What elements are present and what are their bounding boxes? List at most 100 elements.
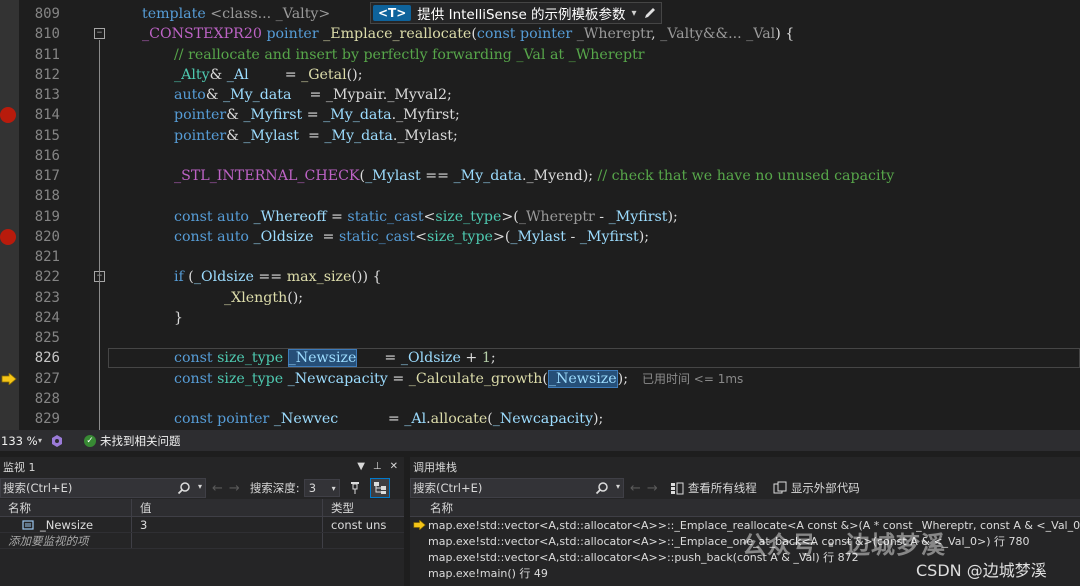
line-number: 825 [34, 330, 60, 346]
code-line[interactable]: 824} [0, 308, 1080, 328]
panel-menu-icon[interactable]: ▼ [357, 461, 365, 472]
breakpoint-icon[interactable] [0, 228, 16, 245]
code-line[interactable]: 815 pointer& _Mylast = _My_data._Mylast; [0, 126, 1080, 146]
code-line[interactable]: 817 _STL_INTERNAL_CHECK(_Mylast == _My_da… [0, 166, 1080, 186]
code-text: pointer& _Mylast = _My_data._Mylast; [174, 126, 458, 146]
search-options-icon[interactable]: ▾ [198, 482, 202, 491]
code-line[interactable]: 816 [0, 146, 1080, 166]
collapse-toggle-icon[interactable]: − [94, 28, 105, 40]
code-text: if (_Oldsize == max_size()) { [174, 267, 382, 287]
watch-panel-title: 监视 1 ▼ ⊥ ✕ [0, 457, 404, 477]
zoom-dropdown-icon[interactable]: ▾ [38, 436, 42, 445]
code-text: _Xlength(); [206, 288, 303, 308]
code-token: ; [447, 87, 452, 103]
code-text: const pointer _Newvec = _Al.allocate(_Ne… [174, 409, 603, 429]
watch-search-input[interactable]: 搜索(Ctrl+E) ▾ [0, 478, 206, 498]
code-token: _My_data [453, 168, 522, 184]
callstack-search-input[interactable]: 搜索(Ctrl+E) ▾ [410, 478, 624, 498]
line-number: 812 [34, 66, 60, 83]
code-editor[interactable]: 809 template <class... _Valty> 810 − _CONSTE… [0, 0, 1080, 430]
chevron-down-icon[interactable]: ▾ [632, 8, 637, 19]
code-token: size_type [435, 208, 502, 225]
code-token: const [174, 228, 213, 245]
line-number: 819 [34, 208, 60, 225]
line-number: 809 [34, 6, 60, 22]
close-icon[interactable]: ✕ [390, 461, 398, 472]
code-line[interactable]: 827 const size_type _Newcapacity = _Calcu… [0, 369, 1080, 389]
code-line[interactable]: 819 const auto _Whereoff = static_cast<si… [0, 207, 1080, 227]
search-icon[interactable] [177, 481, 191, 495]
code-token: _Newcapacity [287, 370, 388, 387]
no-issues-check-icon: ✓ [84, 434, 97, 447]
callstack-frame[interactable]: map.exe!std::vector<A,std::allocator<A>>… [410, 533, 1080, 549]
watch-var-value[interactable]: 3 [132, 517, 323, 532]
column-value[interactable]: 值 [132, 499, 323, 516]
code-token: auto [217, 228, 249, 245]
code-line[interactable]: 826 const size_type _Newsize = _Oldsize +… [0, 348, 1080, 369]
hierarchy-icon [373, 482, 386, 494]
code-line[interactable]: 822−if (_Oldsize == max_size()) { [0, 267, 1080, 287]
watch-row[interactable]: _Newsize 3 const unsi... [0, 517, 404, 533]
code-line[interactable]: 825 [0, 328, 1080, 348]
search-back-icon[interactable]: ← [212, 481, 223, 496]
add-watch-row[interactable]: 添加要监视的项 [0, 533, 404, 549]
code-text: _CONSTEXPR20 pointer _Emplace_reallocate… [142, 24, 794, 44]
search-options-icon[interactable]: ▾ [616, 482, 620, 491]
pencil-icon[interactable] [643, 6, 657, 20]
code-line[interactable]: 828 [0, 389, 1080, 409]
line-number: 827 [34, 370, 60, 387]
search-icon[interactable] [595, 481, 609, 495]
view-all-threads-button[interactable]: 查看所有线程 [688, 480, 757, 496]
code-token: const [174, 208, 213, 225]
external-code-icon[interactable] [773, 481, 787, 495]
code-token: // check that we have no unused capacity [597, 168, 895, 184]
search-forward-icon[interactable]: → [229, 481, 240, 496]
callstack-frames: map.exe!std::vector<A,std::allocator<A>>… [410, 517, 1080, 581]
callstack-frame[interactable]: map.exe!std::vector<A,std::allocator<A>>… [410, 549, 1080, 565]
callstack-frame[interactable]: map.exe!std::vector<A,std::allocator<A>>… [410, 517, 1080, 533]
code-line[interactable]: 818 [0, 186, 1080, 206]
code-token: _Mylast [397, 127, 453, 144]
code-token: _Mypair [325, 87, 383, 103]
code-token: pointer [174, 107, 227, 124]
instruction-pointer-arrow-icon[interactable] [1, 372, 17, 385]
code-token: _Myfirst [608, 208, 668, 225]
code-text: const size_type _Newcapacity = _Calculat… [174, 369, 743, 389]
column-name[interactable]: 名称 [0, 499, 132, 516]
line-number: 816 [34, 147, 60, 164]
copilot-icon[interactable] [50, 434, 64, 448]
line-number: 823 [34, 289, 60, 306]
code-line[interactable]: 823 _Xlength(); [0, 288, 1080, 308]
code-line[interactable]: 811 // reallocate and insert by perfectly… [0, 45, 1080, 65]
code-line[interactable]: 813 auto& _My_data = _Mypair._Myval2; [0, 85, 1080, 105]
threads-icon[interactable] [670, 481, 684, 495]
search-forward-icon[interactable]: → [647, 481, 658, 496]
breakpoint-icon[interactable] [0, 107, 16, 124]
show-external-code-button[interactable]: 显示外部代码 [791, 480, 860, 496]
column-type[interactable]: 类型 [323, 499, 386, 516]
depth-label: 搜索深度: [249, 481, 300, 495]
code-token: & [209, 66, 227, 83]
search-depth-select[interactable]: 3 ▾ [303, 479, 340, 497]
template-intellisense-bar[interactable]: <T> 提供 IntelliSense 的示例模板参数 ▾ [370, 2, 662, 24]
issues-status[interactable]: 未找到相关问题 [100, 433, 181, 449]
code-token: template [142, 6, 206, 22]
code-line[interactable]: 821 [0, 247, 1080, 267]
code-line[interactable]: 814 pointer& _Myfirst = _My_data._Myfirst… [0, 105, 1080, 125]
code-line[interactable]: 810 − _CONSTEXPR20 pointer _Emplace_reallo… [0, 24, 1080, 44]
add-watch-item[interactable]: 添加要监视的项 [0, 533, 132, 548]
code-line[interactable]: 829 const pointer _Newvec = _Al.allocate(… [0, 409, 1080, 429]
code-token: ( [183, 269, 194, 286]
code-token: = [357, 350, 401, 367]
code-token: == [253, 269, 287, 286]
zoom-level[interactable]: 133 % [0, 434, 38, 448]
grid-view-button[interactable] [369, 478, 390, 498]
search-back-icon[interactable]: ← [630, 481, 641, 496]
code-line[interactable]: 820 const auto _Oldsize = static_cast<siz… [0, 227, 1080, 247]
column-name[interactable]: 名称 [430, 500, 453, 516]
code-line[interactable]: 812 _Alty& _Al = _Getal(); [0, 65, 1080, 85]
filter-pin-button[interactable] [345, 478, 365, 498]
callstack-frame[interactable]: map.exe!main() 行 49 [410, 565, 1080, 581]
pin-icon[interactable]: ⊥ [373, 461, 382, 472]
code-token: static_cast [347, 208, 424, 225]
